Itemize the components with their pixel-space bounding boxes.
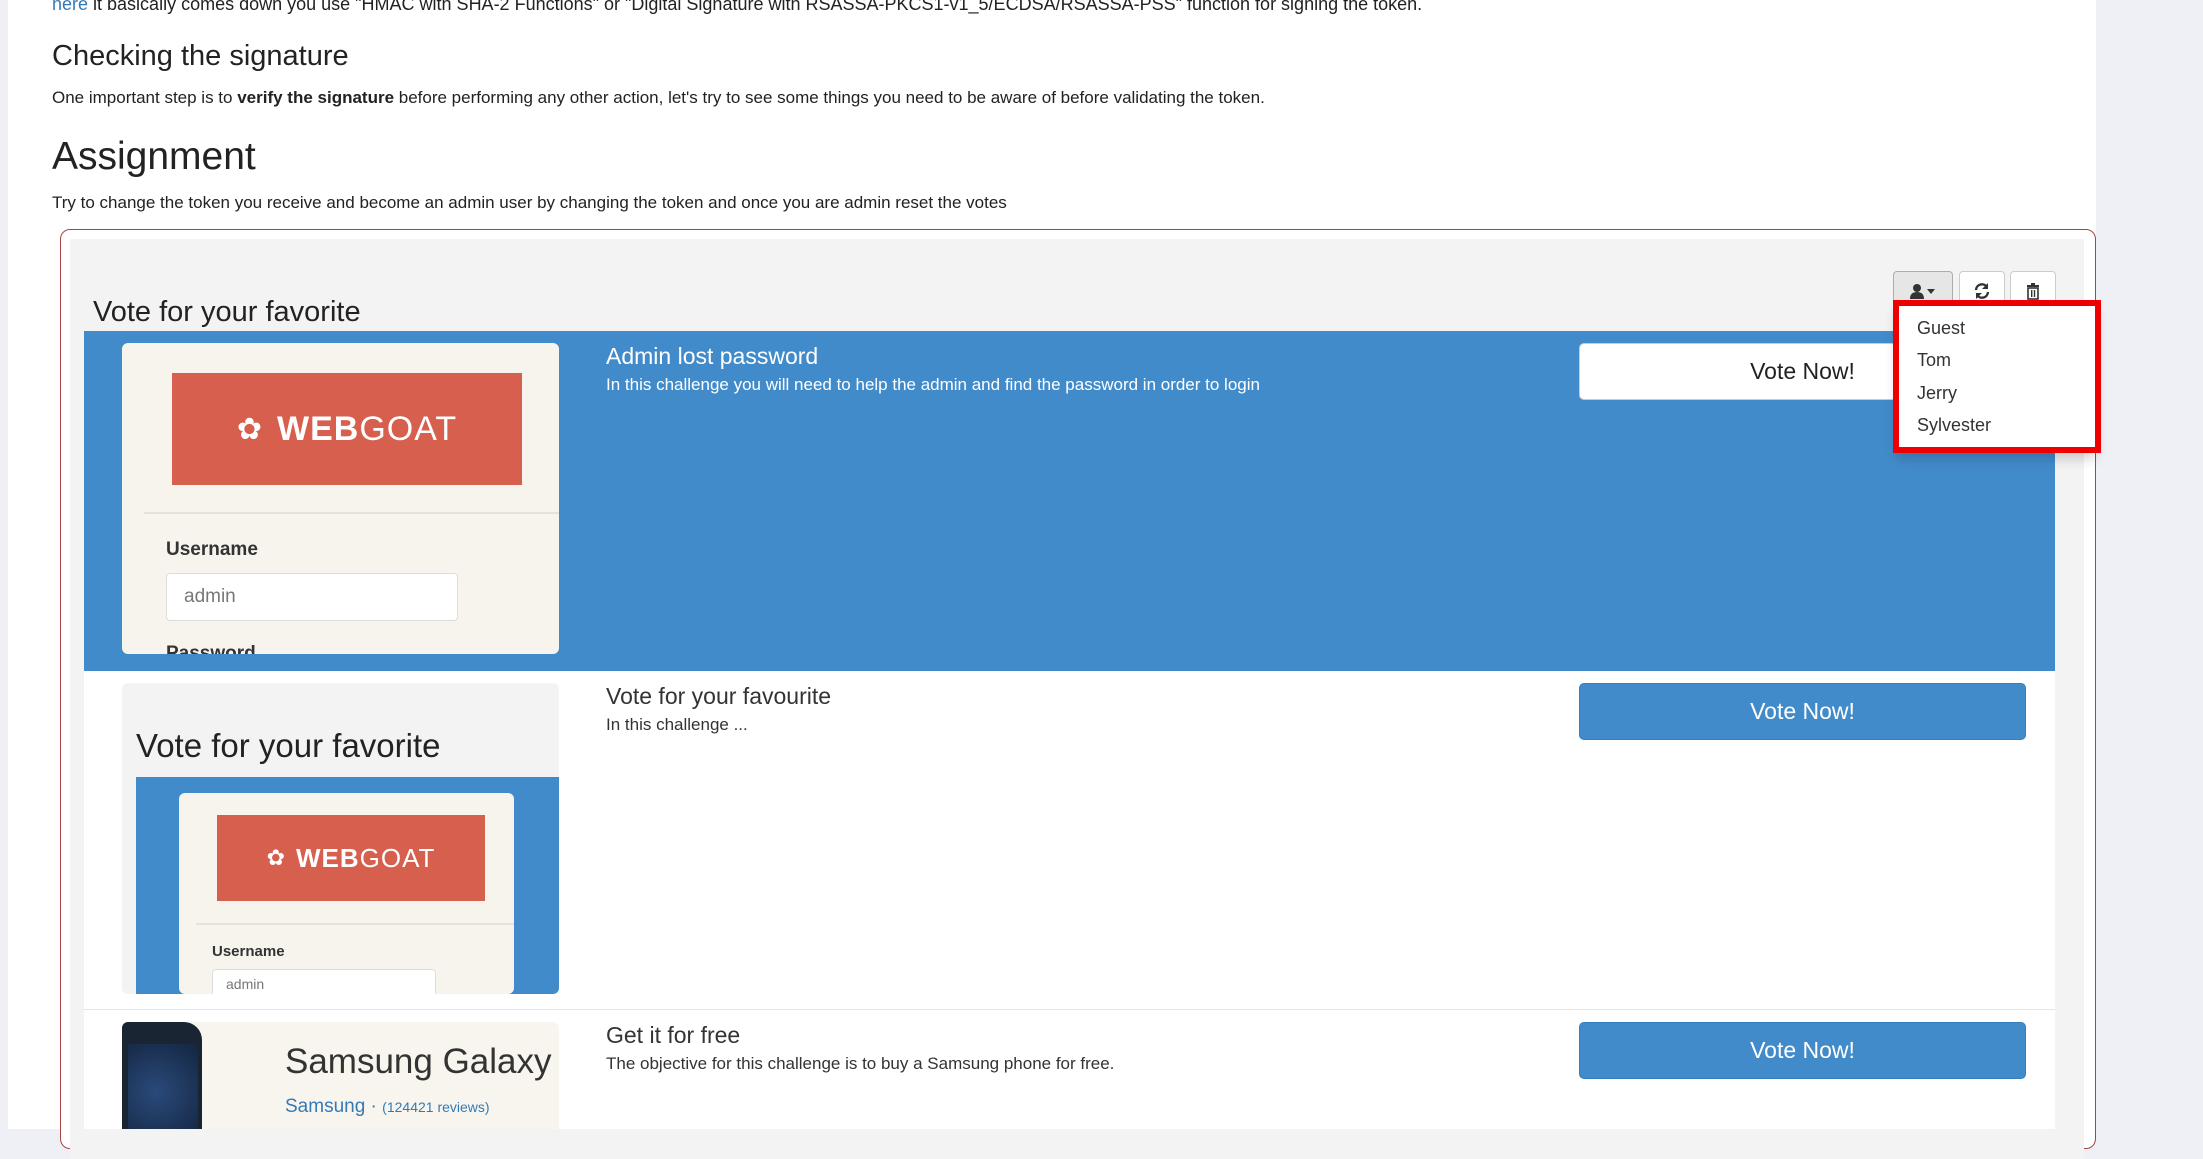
assignment-heading: Assignment [52,135,256,178]
intro-paragraph: here it basically comes down you use "HM… [52,0,1422,15]
challenge-thumbnail: Samsung Galaxy Samsung · (124421 reviews… [122,1022,559,1129]
challenge-row[interactable]: Samsung Galaxy Samsung · (124421 reviews… [84,1010,2055,1129]
webgoat-logo: ✿ WEB GOAT [217,815,485,901]
user-icon [1910,284,1935,299]
challenge-title: Vote for your favourite [606,683,832,709]
username-label: Username [212,943,285,960]
phone-image [122,1022,202,1129]
vote-now-button[interactable]: Vote Now! [1579,1022,2026,1079]
menu-item-sylvester[interactable]: Sylvester [1917,415,1991,436]
refresh-icon [1974,283,1990,299]
signature-text: One important step is to verify the sign… [52,88,1265,108]
challenge-row[interactable]: ✿ WEB GOAT Username admin Password Admin l… [84,331,2055,671]
username-field-preview: admin [166,573,458,621]
username-label: Username [166,539,258,560]
intro-text: it basically comes down you use "HMAC wi… [88,0,1423,14]
challenge-description: In this challenge ... [606,715,748,734]
panel-title: Vote for your favorite [93,296,361,328]
nested-panel-title: Vote for your favorite [136,727,441,764]
webgoat-logo: ✿ WEB GOAT [172,373,522,485]
caret-down-icon [1927,289,1935,294]
assignment-text: Try to change the token you receive and … [52,193,1007,212]
page: here it basically comes down you use "HM… [8,0,2101,1159]
vote-now-button[interactable]: Vote Now! [1579,683,2026,740]
challenge-title: Get it for free [606,1022,741,1048]
signature-text-bold: verify the signature [237,88,395,107]
signature-text-before: One important step is to [52,88,238,107]
menu-item-tom[interactable]: Tom [1917,350,1951,371]
password-label: Password [166,643,256,654]
challenge-title: Admin lost password [606,343,819,369]
product-brand: Samsung · (124421 reviews) [285,1096,490,1117]
intro-link[interactable]: here [52,0,88,14]
challenge-row[interactable]: Vote for your favorite ✿ WEB GOAT Username… [84,671,2055,1010]
challenge-description: The objective for this challenge is to b… [606,1054,1115,1073]
user-dropdown-menu: Guest Tom Jerry Sylvester [1893,300,2101,453]
menu-item-guest[interactable]: Guest [1917,318,1965,339]
menu-item-jerry[interactable]: Jerry [1917,383,1957,404]
signature-heading: Checking the signature [52,40,349,72]
trash-icon [2027,283,2039,300]
product-title: Samsung Galaxy [285,1042,552,1081]
username-field-preview: admin [212,969,436,994]
challenge-thumbnail: ✿ WEB GOAT Username admin Password [122,343,559,654]
challenge-thumbnail: Vote for your favorite ✿ WEB GOAT Username… [122,683,559,994]
challenge-description: In this challenge you will need to help … [606,375,1260,394]
signature-text-after: before performing any other action, let'… [394,88,1265,107]
